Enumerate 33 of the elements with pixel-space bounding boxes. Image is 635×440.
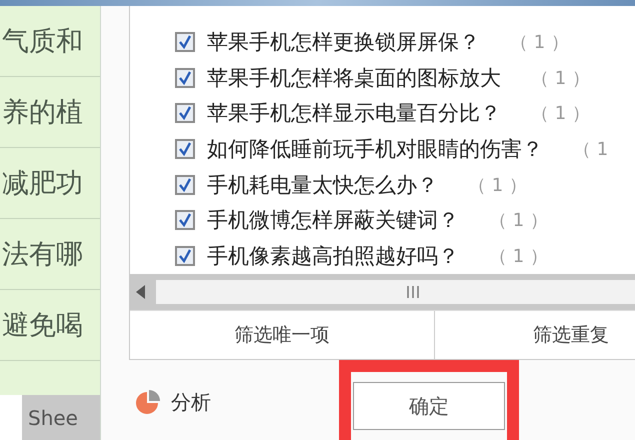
item-label: 如何降低睡前玩手机对眼睛的伤害？: [207, 136, 543, 164]
horizontal-scrollbar[interactable]: [130, 274, 635, 310]
item-label: 苹果手机怎样更换锁屏屏保？: [207, 28, 480, 56]
item-label: 苹果手机怎样将桌面的图标放大: [207, 64, 501, 92]
checkbox[interactable]: [175, 68, 195, 88]
ok-button[interactable]: 确定: [353, 382, 505, 430]
checkbox[interactable]: [175, 210, 195, 230]
analysis-label[interactable]: 分析: [171, 388, 211, 416]
item-label: 手机微博怎样屏蔽关键词？: [207, 207, 459, 234]
left-arrow-icon[interactable]: [136, 285, 146, 299]
pie-chart-icon: [135, 389, 161, 415]
cell-text: 减肥功: [2, 167, 83, 201]
cell-text: 养的植: [2, 96, 83, 130]
item-count: （ 1 ）: [468, 174, 527, 197]
grip-icon: [406, 286, 420, 298]
item-label: 手机耗电量太快怎么办？: [207, 172, 438, 199]
item-count: （ 1 ）: [531, 66, 590, 90]
item-count: （ 1 ）: [489, 209, 548, 232]
checkbox[interactable]: [175, 103, 195, 124]
checkbox[interactable]: [175, 32, 195, 52]
item-label: 手机像素越高拍照越好吗？: [207, 243, 459, 270]
sheet-tab[interactable]: Shee: [22, 395, 100, 440]
cell-text: 避免喝: [2, 309, 83, 343]
checkbox[interactable]: [175, 246, 195, 266]
item-label: 苹果手机怎样显示电量百分比？: [207, 100, 501, 128]
item-count: （ 1 ）: [531, 102, 590, 126]
item-count: （ 1: [573, 138, 608, 162]
cell-text: 气质和: [2, 25, 83, 59]
checkbox[interactable]: [175, 174, 195, 195]
cell-text: 法有哪: [2, 238, 83, 272]
checkbox[interactable]: [175, 139, 195, 160]
item-count: （ 1 ）: [489, 245, 548, 268]
item-count: （ 1 ）: [510, 30, 569, 54]
